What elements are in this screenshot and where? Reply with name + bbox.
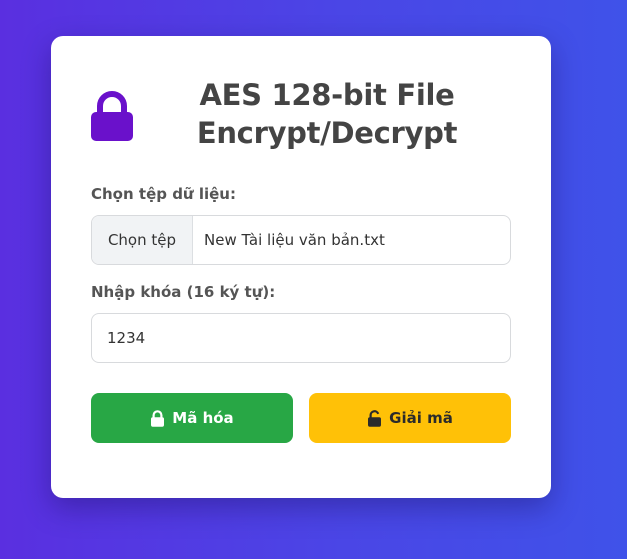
- key-label: Nhập khóa (16 ký tự):: [91, 283, 276, 301]
- decrypt-button-label: Giải mã: [389, 409, 453, 427]
- encrypt-button[interactable]: Mã hóa: [91, 393, 293, 443]
- lock-icon: [151, 409, 165, 427]
- choose-file-button[interactable]: Chọn tệp: [92, 216, 193, 264]
- page-title: AES 128-bit File Encrypt/Decrypt: [196, 78, 458, 150]
- key-input[interactable]: [91, 313, 511, 363]
- file-label: Chọn tệp dữ liệu:: [91, 185, 236, 203]
- lock-icon: [91, 91, 133, 141]
- selected-file-name: New Tài liệu văn bản.txt: [204, 231, 385, 249]
- encrypt-card: AES 128-bit File Encrypt/Decrypt Chọn tệ…: [51, 36, 551, 498]
- decrypt-button[interactable]: Giải mã: [309, 393, 511, 443]
- encrypt-button-label: Mã hóa: [172, 409, 234, 427]
- file-input[interactable]: Chọn tệp New Tài liệu văn bản.txt: [91, 215, 511, 265]
- unlock-icon: [368, 409, 382, 427]
- card-header: AES 128-bit File Encrypt/Decrypt: [51, 76, 551, 156]
